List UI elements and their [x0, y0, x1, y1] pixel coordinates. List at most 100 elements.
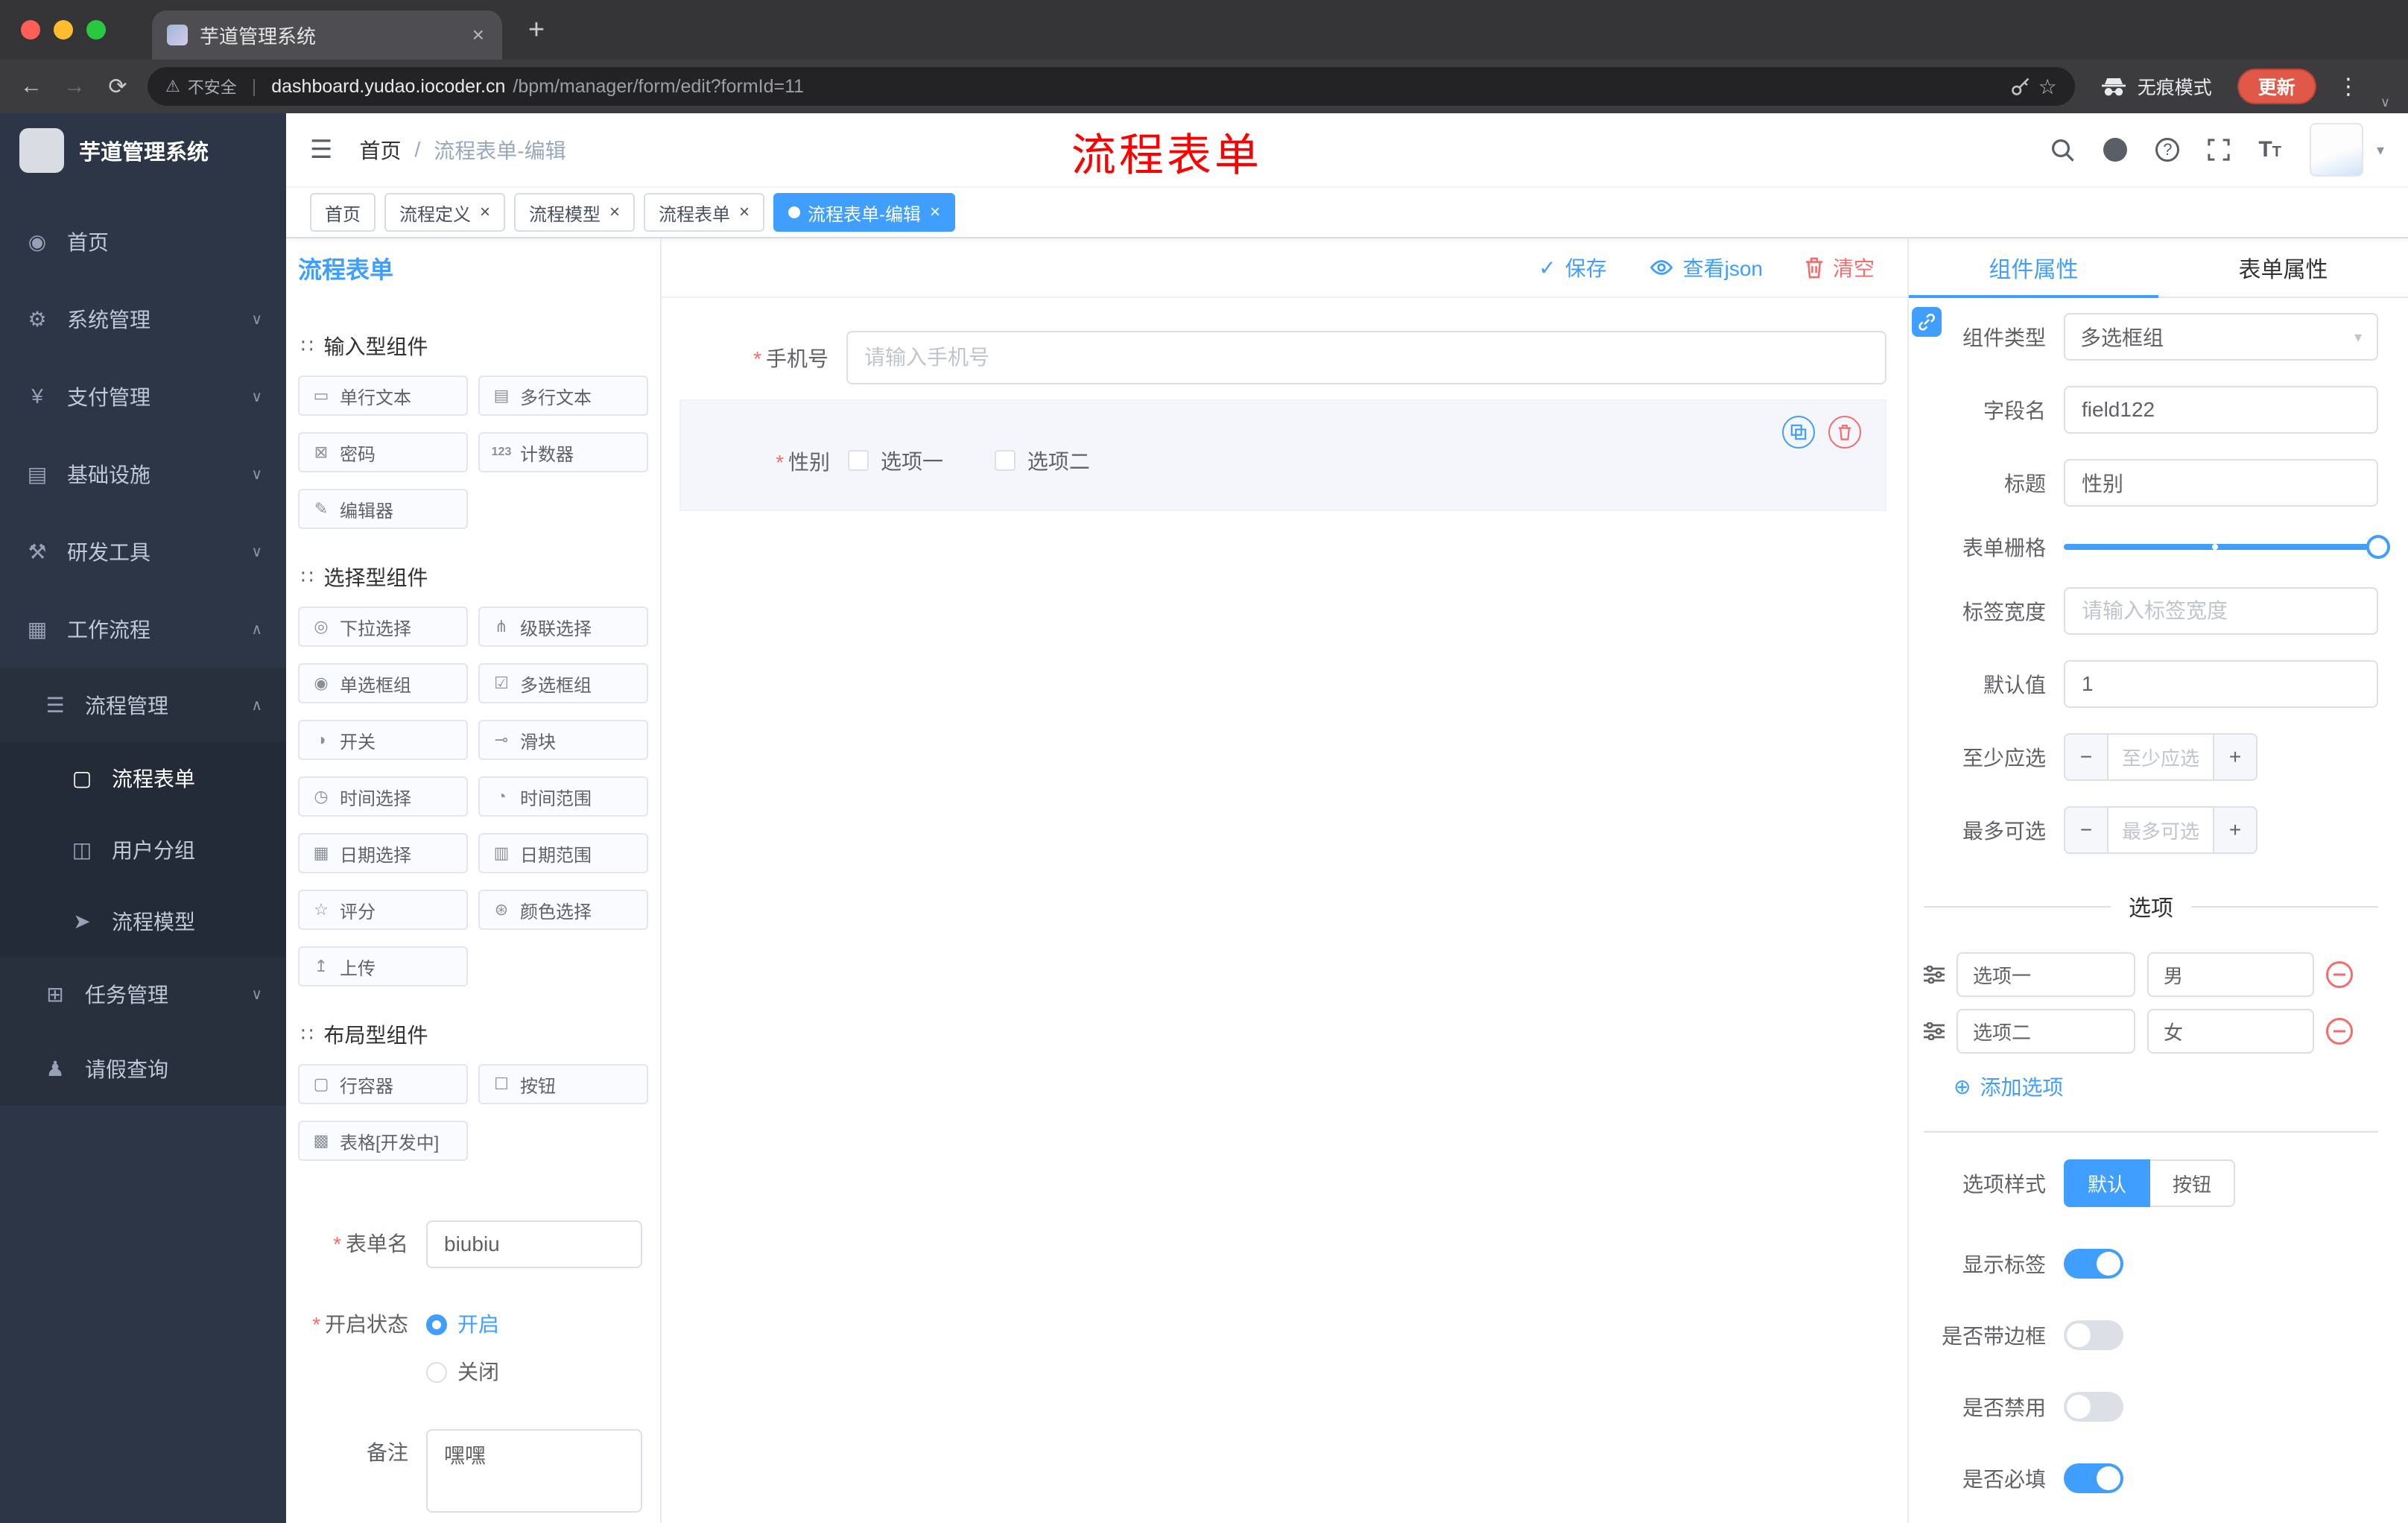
tab-close-icon[interactable]: ×: [469, 23, 487, 47]
address-bar[interactable]: ⚠ 不安全 | dashboard.yudao.iocoder.cn /bpm/…: [148, 67, 2075, 106]
required-switch[interactable]: [2064, 1463, 2123, 1493]
tab-form-props[interactable]: 表单属性: [2158, 238, 2408, 297]
window-minimize-button[interactable]: [54, 20, 73, 39]
drag-handle-icon[interactable]: [1924, 1022, 1945, 1040]
form-name-input[interactable]: [426, 1220, 642, 1268]
add-option-button[interactable]: ⊕ 添加选项: [1954, 1071, 2378, 1101]
search-icon[interactable]: [2050, 137, 2075, 162]
sidebar-item-leave-query[interactable]: ♟ 请假查询: [0, 1031, 286, 1106]
phone-field[interactable]: * 手机号: [679, 331, 1886, 384]
palette-item-cascader[interactable]: ⋔ 级联选择: [478, 607, 648, 647]
palette-item-checkbox-group[interactable]: ☑ 多选框组: [478, 663, 648, 703]
sidebar-item-task-management[interactable]: ⊞ 任务管理 ∨: [0, 957, 286, 1031]
breadcrumb-home[interactable]: 首页: [359, 135, 401, 165]
palette-item-editor[interactable]: ✎ 编辑器: [298, 489, 468, 529]
password-key-icon[interactable]: [2010, 76, 2031, 97]
font-size-icon[interactable]: TT: [2258, 139, 2281, 161]
palette-item-multi-text[interactable]: ▤ 多行文本: [478, 376, 648, 416]
palette-item-slider[interactable]: ⊸ 滑块: [478, 720, 648, 760]
view-tab-process-form[interactable]: 流程表单 ×: [644, 193, 765, 232]
sidebar-item-system[interactable]: ⚙ 系统管理 ∨: [0, 280, 286, 358]
gender-field-selected[interactable]: * 性别 选项一 选项二: [679, 399, 1886, 511]
window-zoom-button[interactable]: [86, 20, 106, 39]
user-avatar[interactable]: [2309, 123, 2363, 177]
view-tab-process-model[interactable]: 流程模型 ×: [514, 193, 636, 232]
palette-item-rate[interactable]: ☆ 评分: [298, 890, 468, 930]
form-remark-textarea[interactable]: 嘿嘿: [426, 1429, 642, 1513]
title-input[interactable]: [2064, 459, 2378, 507]
copy-component-button[interactable]: [1782, 416, 1815, 449]
default-value-input[interactable]: [2064, 660, 2378, 708]
view-tab-home[interactable]: 首页: [310, 193, 376, 232]
bookmark-star-icon[interactable]: ☆: [2038, 75, 2057, 99]
close-icon[interactable]: ×: [739, 202, 750, 223]
reload-icon[interactable]: ⟳: [104, 74, 131, 100]
sidebar-item-process-management[interactable]: ☰ 流程管理 ∧: [0, 668, 286, 742]
sidebar-collapse-icon[interactable]: ☰: [310, 135, 332, 165]
slider-handle[interactable]: [2366, 535, 2390, 559]
palette-item-color-picker[interactable]: ⊛ 颜色选择: [478, 890, 648, 930]
palette-item-password[interactable]: ⊠ 密码: [298, 432, 468, 472]
close-icon[interactable]: ×: [480, 202, 490, 223]
fullscreen-icon[interactable]: [2208, 139, 2231, 161]
sidebar-item-process-form[interactable]: ▢ 流程表单: [0, 742, 286, 814]
option-1-name-input[interactable]: [1956, 952, 2135, 997]
drag-handle-icon[interactable]: [1924, 966, 1945, 984]
tab-component-props[interactable]: 组件属性: [1909, 238, 2158, 298]
palette-item-date-picker[interactable]: ▦ 日期选择: [298, 833, 468, 873]
palette-item-upload[interactable]: ↥ 上传: [298, 946, 468, 987]
option-style-button-button[interactable]: 按钮: [2150, 1159, 2236, 1207]
remove-option-button[interactable]: [2326, 961, 2353, 988]
sidebar-item-payment[interactable]: ¥ 支付管理 ∨: [0, 358, 286, 435]
browser-tab[interactable]: 芋道管理系统 ×: [152, 10, 502, 60]
max-select-value[interactable]: 最多可选: [2108, 808, 2213, 852]
close-icon[interactable]: ×: [930, 202, 940, 223]
palette-item-counter[interactable]: 123 计数器: [478, 432, 648, 472]
minus-button[interactable]: −: [2065, 735, 2108, 779]
delete-component-button[interactable]: [1828, 416, 1861, 449]
github-icon[interactable]: [2103, 138, 2128, 162]
toolbar-chevron-icon[interactable]: ∨: [2380, 95, 2390, 110]
disabled-switch[interactable]: [2064, 1392, 2123, 1422]
palette-item-radio-group[interactable]: ◉ 单选框组: [298, 663, 468, 703]
help-icon[interactable]: ?: [2155, 138, 2180, 162]
show-label-switch[interactable]: [2064, 1249, 2123, 1279]
forward-icon[interactable]: →: [61, 74, 88, 99]
phone-input[interactable]: [846, 331, 1886, 384]
palette-item-single-text[interactable]: ▭ 单行文本: [298, 376, 468, 416]
gender-option-2-checkbox[interactable]: 选项二: [994, 446, 1090, 475]
palette-item-time-range[interactable]: ◔ 时间范围: [478, 776, 648, 817]
component-type-select[interactable]: 多选框组 ▾: [2064, 313, 2378, 361]
sidebar-item-process-model[interactable]: ➤ 流程模型: [0, 885, 286, 957]
option-style-default-button[interactable]: 默认: [2064, 1159, 2151, 1207]
label-width-input[interactable]: [2064, 587, 2378, 635]
border-switch[interactable]: [2064, 1320, 2123, 1350]
sidebar-item-infrastructure[interactable]: ▤ 基础设施 ∨: [0, 435, 286, 513]
min-select-value[interactable]: 至少应选: [2108, 735, 2213, 779]
status-radio-closed[interactable]: 关闭: [426, 1349, 499, 1396]
option-2-value-input[interactable]: [2147, 1009, 2314, 1054]
palette-item-time-picker[interactable]: ◷ 时间选择: [298, 776, 468, 817]
plus-button[interactable]: +: [2213, 808, 2256, 852]
view-tab-process-definition[interactable]: 流程定义 ×: [384, 193, 506, 232]
status-radio-open[interactable]: 开启: [426, 1301, 499, 1349]
new-tab-button[interactable]: +: [517, 10, 556, 49]
palette-item-select[interactable]: ◎ 下拉选择: [298, 607, 468, 647]
palette-item-switch[interactable]: ◑ 开关: [298, 720, 468, 760]
grid-slider[interactable]: [2064, 535, 2390, 559]
window-close-button[interactable]: [21, 20, 40, 39]
close-icon[interactable]: ×: [609, 202, 620, 223]
save-button[interactable]: ✓ 保存: [1539, 253, 1606, 282]
sidebar-item-devtools[interactable]: ⚒ 研发工具 ∨: [0, 513, 286, 590]
plus-button[interactable]: +: [2213, 735, 2256, 779]
link-icon[interactable]: [1912, 307, 1942, 337]
sidebar-item-user-group[interactable]: ◫ 用户分组: [0, 814, 286, 885]
palette-item-row-container[interactable]: ▢ 行容器: [298, 1064, 468, 1104]
browser-menu-icon[interactable]: ⋮: [2333, 74, 2364, 100]
field-name-input[interactable]: [2064, 386, 2378, 434]
view-tab-process-form-edit[interactable]: 流程表单-编辑 ×: [773, 193, 956, 232]
clear-button[interactable]: 清空: [1805, 253, 1875, 282]
palette-item-date-range[interactable]: ▥ 日期范围: [478, 833, 648, 873]
option-2-name-input[interactable]: [1956, 1009, 2135, 1054]
sidebar-item-home[interactable]: ◉ 首页: [0, 203, 286, 280]
